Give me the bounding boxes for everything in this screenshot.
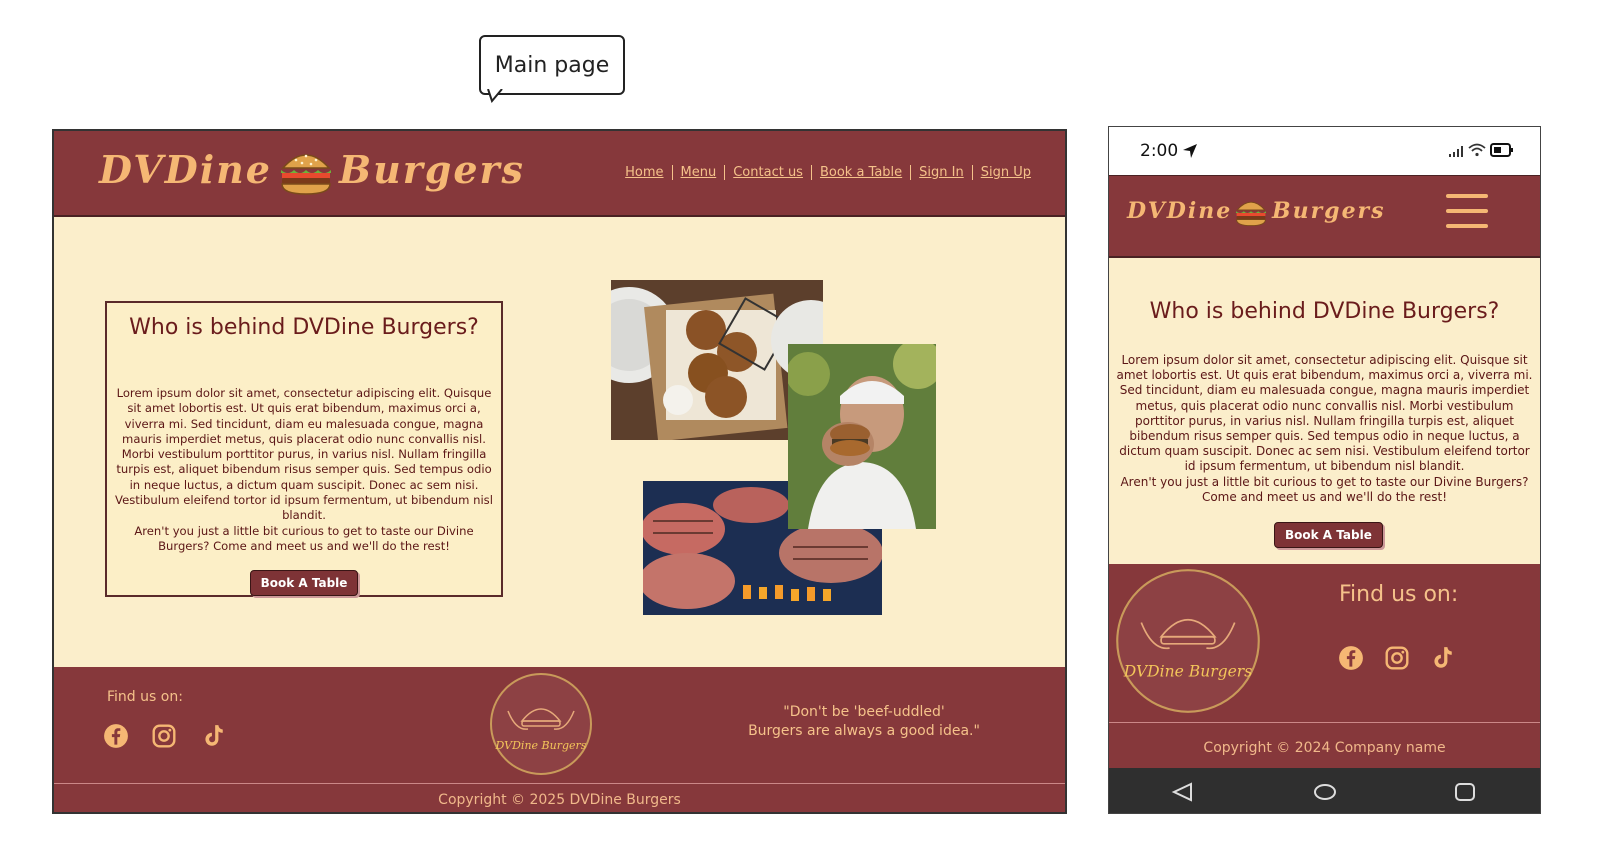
tiktok-icon[interactable]	[200, 723, 226, 749]
mobile-logo-text-left[interactable]: DVDine	[1127, 198, 1232, 224]
location-arrow-icon	[1183, 144, 1197, 158]
nav-home[interactable]: Home	[617, 165, 671, 180]
mobile-logo-text-right[interactable]: Burgers	[1272, 198, 1386, 224]
desktop-footer: Find us on: DVDine Burgers "Don't be 'be…	[54, 667, 1065, 812]
mobile-header: DVDine Burgers	[1109, 175, 1540, 258]
annotation-bubble: Main page	[479, 35, 625, 95]
mobile-status-bar: 2:00	[1109, 127, 1540, 175]
footer-logo-text: DVDine Burgers	[495, 739, 587, 752]
nav-book-a-table[interactable]: Book a Table	[810, 165, 910, 180]
find-us-label: Find us on:	[107, 689, 183, 705]
about-body: Lorem ipsum dolor sit amet, consectetur …	[115, 386, 493, 523]
footer-divider	[54, 783, 1065, 784]
burger-logo-icon[interactable]	[278, 148, 334, 198]
footer-quote: "Don't be 'beef-uddled' Burgers are alwa…	[704, 703, 1024, 741]
mobile-footer-logo-badge[interactable]: DVDine Burgers	[1113, 566, 1263, 716]
mobile-footer-logo-text: DVDine Burgers	[1123, 662, 1252, 680]
copyright-text: Copyright © 2025 DVDine Burgers	[438, 792, 681, 808]
footer-logo-badge[interactable]: DVDine Burgers	[488, 671, 594, 777]
about-card: Who is behind DVDine Burgers? Lorem ipsu…	[105, 301, 503, 597]
home-icon[interactable]	[1313, 782, 1337, 802]
wifi-icon	[1468, 143, 1486, 157]
mobile-footer-divider	[1109, 722, 1540, 723]
instagram-icon[interactable]	[151, 723, 177, 749]
quote-line-1: "Don't be 'beef-uddled'	[783, 704, 945, 720]
quote-line-2: Burgers are always a good idea."	[748, 723, 980, 739]
nav-contact-us[interactable]: Contact us	[724, 165, 811, 180]
status-time: 2:00	[1140, 141, 1179, 161]
mobile-book-a-table-button[interactable]: Book A Table	[1274, 522, 1383, 548]
signal-icon	[1449, 146, 1463, 157]
desktop-nav: Home Menu Contact us Book a Table Sign I…	[617, 165, 1039, 180]
android-nav-bar	[1109, 768, 1540, 813]
logo-text-left[interactable]: DVDine	[99, 147, 272, 192]
mobile-about-title: Who is behind DVDine Burgers?	[1149, 299, 1500, 324]
logo-text-right[interactable]: Burgers	[339, 147, 525, 192]
mobile-facebook-icon[interactable]	[1338, 645, 1364, 671]
mobile-burger-logo-icon[interactable]	[1234, 198, 1268, 228]
recent-apps-icon[interactable]	[1454, 782, 1476, 802]
about-title: Who is behind DVDine Burgers?	[129, 315, 479, 340]
battery-icon	[1490, 143, 1513, 157]
nav-menu[interactable]: Menu	[671, 165, 725, 180]
man-holding-burger-image	[788, 344, 936, 529]
annotation-label: Main page	[494, 52, 610, 78]
facebook-icon[interactable]	[103, 723, 129, 749]
mobile-mockup: 2:00 DVDine Burgers Who is behind DVDine…	[1108, 126, 1541, 814]
hamburger-menu-icon[interactable]	[1446, 194, 1488, 230]
mobile-about-tagline: Aren't you just a little bit curious to …	[1120, 474, 1529, 504]
nav-sign-in[interactable]: Sign In	[910, 165, 972, 180]
mobile-about-body: Lorem ipsum dolor sit amet, consectetur …	[1116, 353, 1533, 474]
book-a-table-button[interactable]: Book A Table	[249, 570, 359, 597]
mobile-copyright-text: Copyright © 2024 Company name	[1203, 740, 1446, 756]
about-body-wrap: Lorem ipsum dolor sit amet, consectetur …	[113, 386, 495, 554]
mobile-tiktok-icon[interactable]	[1429, 645, 1455, 671]
desktop-mockup: DVDine Burgers Home Menu Contact us Book…	[52, 129, 1067, 814]
mobile-footer: DVDine Burgers Find us on: Copyright © 2…	[1109, 564, 1540, 768]
back-icon[interactable]	[1171, 782, 1193, 802]
man-holding-burger-photo	[788, 344, 936, 529]
nav-sign-up[interactable]: Sign Up	[971, 165, 1039, 180]
bubble-tail	[487, 89, 503, 103]
desktop-header: DVDine Burgers Home Menu Contact us Book…	[54, 131, 1065, 217]
mobile-find-us-label: Find us on:	[1339, 582, 1459, 607]
mobile-instagram-icon[interactable]	[1384, 645, 1410, 671]
mobile-about-body-wrap: Lorem ipsum dolor sit amet, consectetur …	[1115, 353, 1534, 505]
about-tagline: Aren't you just a little bit curious to …	[134, 523, 474, 553]
